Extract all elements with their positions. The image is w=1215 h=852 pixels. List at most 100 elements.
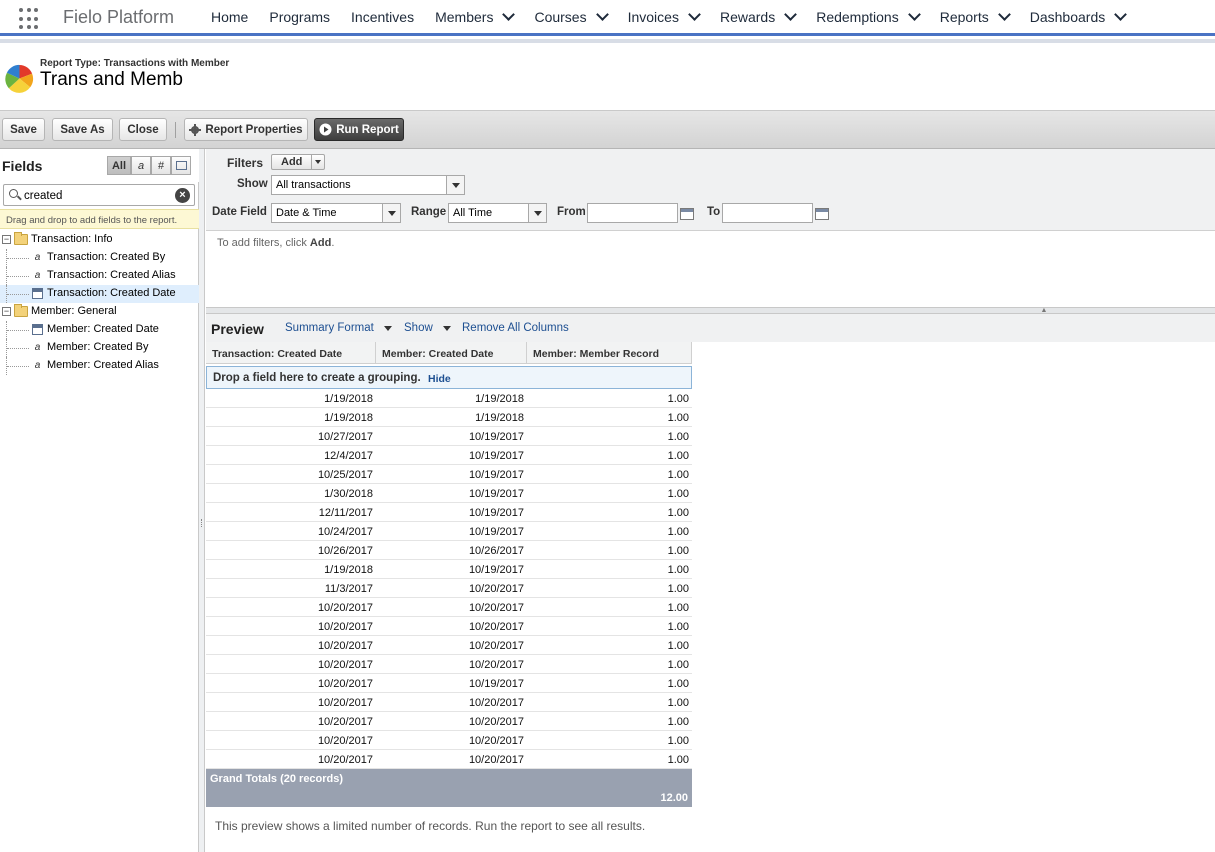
range-value: All Time <box>453 207 493 219</box>
nav-items: Home Programs Incentives Members Courses Invo… <box>211 8 1146 25</box>
show-select-value: All transactions <box>276 179 351 191</box>
collapse-toggle-icon[interactable]: − <box>2 235 11 244</box>
field-item[interactable]: a Member: Created By <box>0 339 199 357</box>
date-field-value: Date & Time <box>276 207 337 219</box>
date-field-icon <box>32 324 43 335</box>
chevron-down-icon[interactable] <box>784 8 798 21</box>
field-item[interactable]: a Member: Created Alias <box>0 357 199 375</box>
grand-totals: Grand Totals (20 records) 12.00 <box>206 769 692 807</box>
grouping-drop-zone[interactable]: Drop a field here to create a grouping. … <box>206 366 692 389</box>
from-date-input[interactable] <box>587 203 678 223</box>
table-cell: 10/20/2017 <box>468 621 524 633</box>
to-date-input[interactable] <box>722 203 813 223</box>
table-cell: 1/19/2018 <box>324 412 373 424</box>
chevron-down-icon <box>311 155 324 169</box>
summary-format-link[interactable]: Summary Format <box>285 322 374 334</box>
table-cell: 10/20/2017 <box>468 697 524 709</box>
table-row: 10/20/2017 10/20/2017 1.00 <box>206 750 692 769</box>
table-cell: 1.00 <box>667 678 689 690</box>
nav-item-reports[interactable]: Reports <box>940 8 1011 25</box>
format-chevron-down-icon[interactable] <box>384 326 392 331</box>
table-row: 1/30/2018 10/19/2017 1.00 <box>206 484 692 503</box>
chevron-down-icon[interactable] <box>1114 8 1128 21</box>
vertical-splitter[interactable] <box>199 149 205 852</box>
text-field-icon: a <box>34 270 41 281</box>
horizontal-splitter[interactable]: ▲ <box>206 307 1215 314</box>
show-chevron-down-icon[interactable] <box>443 326 451 331</box>
chevron-down-icon[interactable] <box>688 8 701 21</box>
table-cell: 10/20/2017 <box>468 735 524 747</box>
run-report-button[interactable]: Run Report <box>314 118 404 141</box>
filter-number-button[interactable]: # <box>151 156 171 175</box>
run-report-label: Run Report <box>336 123 399 136</box>
nav-item-label: Redemptions <box>816 9 899 25</box>
nav-item-members[interactable]: Members <box>435 8 516 25</box>
nav-item-label: Programs <box>269 9 331 25</box>
column-header[interactable]: Transaction: Created Date <box>206 342 376 364</box>
field-item-label: Member: Created Alias <box>47 359 159 371</box>
table-cell: 11/3/2017 <box>324 583 373 595</box>
table-cell: 1.00 <box>667 735 689 747</box>
table-cell: 1.00 <box>667 469 689 481</box>
nav-item-rewards[interactable]: Rewards <box>720 8 798 25</box>
field-item[interactable]: Member: Created Date <box>0 321 199 339</box>
column-header[interactable]: Member: Member Record <box>527 342 692 364</box>
folder-icon <box>14 304 28 317</box>
fields-header: Fields All a # <box>0 149 199 182</box>
table-cell: 1.00 <box>667 450 689 462</box>
field-search-input[interactable] <box>24 188 172 203</box>
app-name: Fielo Platform <box>63 7 175 27</box>
show-menu-link[interactable]: Show <box>404 322 433 334</box>
column-header[interactable]: Member: Created Date <box>376 342 527 364</box>
collapse-toggle-icon[interactable]: − <box>2 307 11 316</box>
nav-item-home[interactable]: Home <box>211 9 248 25</box>
filter-message: To add filters, click Add. <box>217 237 335 249</box>
table-cell: 10/20/2017 <box>317 640 373 652</box>
global-navigation: Fielo Platform Home Programs Incentives Mem… <box>0 0 1215 36</box>
table-cell: 10/20/2017 <box>468 640 524 652</box>
nav-item-courses[interactable]: Courses <box>534 8 609 25</box>
fields-panel: Fields All a # × Drag and drop to add fi… <box>0 149 199 852</box>
field-item[interactable]: a Transaction: Created Alias <box>0 267 199 285</box>
nav-item-label: Dashboards <box>1029 9 1106 25</box>
table-cell: 1.00 <box>667 488 689 500</box>
nav-item-invoices[interactable]: Invoices <box>628 8 701 25</box>
table-cell: 10/26/2017 <box>317 545 373 557</box>
date-field-label: Date Field <box>212 206 267 218</box>
preview-rows: 1/19/2018 1/19/2018 1.00 1/19/2018 1/19/2018… <box>206 389 692 769</box>
hide-grouping-link[interactable]: Hide <box>428 373 451 385</box>
field-item[interactable]: Transaction: Created Date <box>0 285 199 303</box>
date-field-select[interactable]: Date & Time <box>271 203 401 223</box>
from-calendar-icon[interactable] <box>680 208 694 220</box>
table-cell: 1.00 <box>667 583 689 595</box>
add-filter-button[interactable]: Add <box>271 154 325 170</box>
chevron-down-icon[interactable] <box>997 8 1011 21</box>
field-group[interactable]: − Transaction: Info <box>0 231 199 249</box>
table-cell: 10/19/2017 <box>468 469 524 481</box>
show-select[interactable]: All transactions <box>271 175 465 195</box>
report-properties-label: Report Properties <box>205 123 303 136</box>
chevron-down-icon[interactable] <box>907 8 921 21</box>
chevron-down-icon[interactable] <box>502 8 516 21</box>
close-button[interactable]: Close <box>119 118 167 141</box>
filter-text-button[interactable]: a <box>131 156 151 175</box>
nav-item-programs[interactable]: Programs <box>269 9 330 25</box>
app-launcher-icon[interactable] <box>19 8 41 30</box>
nav-item-dashboards[interactable]: Dashboards <box>1029 8 1128 25</box>
field-group[interactable]: − Member: General <box>0 303 199 321</box>
chevron-down-icon[interactable] <box>595 8 609 21</box>
chevron-down-icon <box>382 204 400 222</box>
save-as-button[interactable]: Save As <box>52 118 113 141</box>
field-item[interactable]: a Transaction: Created By <box>0 249 199 267</box>
filter-all-button[interactable]: All <box>107 156 131 175</box>
to-calendar-icon[interactable] <box>815 208 829 220</box>
remove-all-columns-link[interactable]: Remove All Columns <box>462 322 569 334</box>
range-select[interactable]: All Time <box>448 203 547 223</box>
clear-search-icon[interactable]: × <box>175 188 190 203</box>
nav-item-redemptions[interactable]: Redemptions <box>816 8 921 25</box>
nav-item-incentives[interactable]: Incentives <box>351 9 414 25</box>
report-toolbar: Save Save As Close Report Properties Run… <box>0 111 1215 149</box>
filter-date-button[interactable] <box>171 156 191 175</box>
save-button[interactable]: Save <box>2 118 45 141</box>
report-properties-button[interactable]: Report Properties <box>184 118 308 141</box>
